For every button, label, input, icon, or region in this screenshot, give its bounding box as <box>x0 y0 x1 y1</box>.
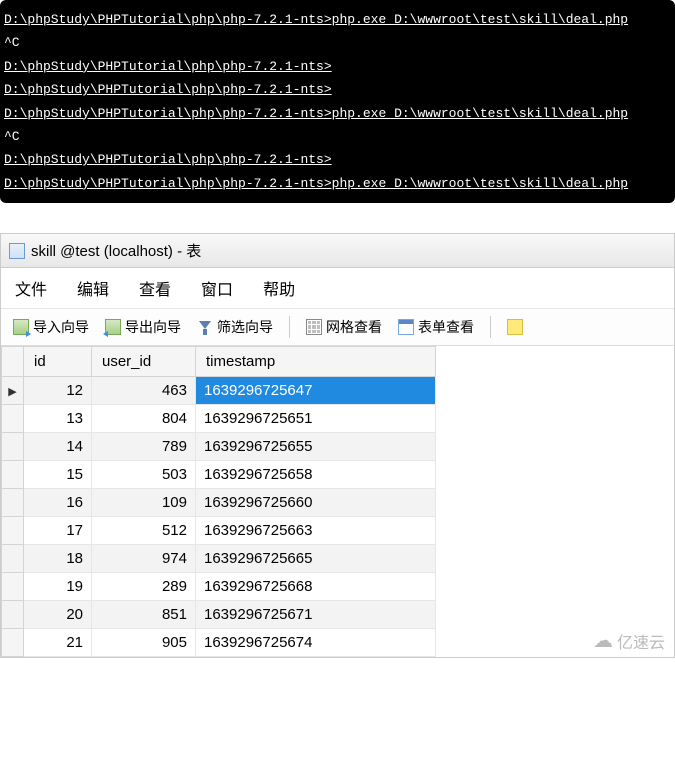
cell-user_id[interactable]: 463 <box>92 377 196 405</box>
table-row[interactable]: 208511639296725671 <box>2 601 436 629</box>
note-icon <box>507 319 523 335</box>
cell-id[interactable]: 13 <box>24 405 92 433</box>
table-icon <box>9 243 25 259</box>
row-indicator <box>2 489 24 517</box>
cell-id[interactable]: 21 <box>24 629 92 657</box>
form-view-button[interactable]: 表单查看 <box>394 315 478 339</box>
row-indicator <box>2 601 24 629</box>
cell-user_id[interactable]: 289 <box>92 573 196 601</box>
col-header-id[interactable]: id <box>24 347 92 377</box>
menu-edit[interactable]: 编辑 <box>77 276 109 300</box>
col-header-timestamp[interactable]: timestamp <box>196 347 436 377</box>
table-row[interactable]: 161091639296725660 <box>2 489 436 517</box>
separator <box>289 316 290 338</box>
grid-view-button[interactable]: 网格查看 <box>302 315 386 339</box>
table-row[interactable]: 155031639296725658 <box>2 461 436 489</box>
row-indicator <box>2 629 24 657</box>
row-indicator <box>2 461 24 489</box>
toolbar: 导入向导 导出向导 筛选向导 网格查看 表单查看 <box>1 309 674 346</box>
terminal-line: D:\phpStudy\PHPTutorial\php\php-7.2.1-nt… <box>4 172 671 195</box>
menu-help[interactable]: 帮助 <box>263 276 295 300</box>
db-window: skill @test (localhost) - 表 文件 编辑 查看 窗口 … <box>0 233 675 658</box>
window-title: skill @test (localhost) - 表 <box>31 240 201 261</box>
row-indicator <box>2 517 24 545</box>
data-grid[interactable]: id user_id timestamp ▶124631639296725647… <box>1 346 674 657</box>
row-header-blank <box>2 347 24 377</box>
cell-id[interactable]: 14 <box>24 433 92 461</box>
cell-timestamp[interactable]: 1639296725660 <box>196 489 436 517</box>
grid-label: 网格查看 <box>326 317 382 337</box>
cell-timestamp[interactable]: 1639296725658 <box>196 461 436 489</box>
cell-timestamp[interactable]: 1639296725671 <box>196 601 436 629</box>
cell-timestamp[interactable]: 1639296725668 <box>196 573 436 601</box>
terminal-line: D:\phpStudy\PHPTutorial\php\php-7.2.1-nt… <box>4 55 671 78</box>
table-row[interactable]: 219051639296725674 <box>2 629 436 657</box>
table-row[interactable]: 192891639296725668 <box>2 573 436 601</box>
menu-file[interactable]: 文件 <box>15 276 47 300</box>
row-indicator <box>2 545 24 573</box>
cell-id[interactable]: 15 <box>24 461 92 489</box>
separator <box>490 316 491 338</box>
filter-wizard-button[interactable]: 筛选向导 <box>193 315 277 339</box>
table-row[interactable]: 189741639296725665 <box>2 545 436 573</box>
cell-timestamp[interactable]: 1639296725655 <box>196 433 436 461</box>
watermark: ☁ 亿速云 <box>593 628 665 653</box>
cell-timestamp[interactable]: 1639296725651 <box>196 405 436 433</box>
filter-label: 筛选向导 <box>217 317 273 337</box>
cell-id[interactable]: 20 <box>24 601 92 629</box>
cell-user_id[interactable]: 851 <box>92 601 196 629</box>
note-button[interactable] <box>503 317 527 337</box>
cell-id[interactable]: 19 <box>24 573 92 601</box>
menubar: 文件 编辑 查看 窗口 帮助 <box>1 268 674 309</box>
import-wizard-button[interactable]: 导入向导 <box>9 315 93 339</box>
form-label: 表单查看 <box>418 317 474 337</box>
export-label: 导出向导 <box>125 317 181 337</box>
row-indicator <box>2 573 24 601</box>
terminal: D:\phpStudy\PHPTutorial\php\php-7.2.1-nt… <box>0 0 675 203</box>
cell-user_id[interactable]: 512 <box>92 517 196 545</box>
cell-timestamp[interactable]: 1639296725647 <box>196 377 436 405</box>
cell-user_id[interactable]: 905 <box>92 629 196 657</box>
row-indicator <box>2 433 24 461</box>
titlebar: skill @test (localhost) - 表 <box>1 234 674 268</box>
terminal-line: D:\phpStudy\PHPTutorial\php\php-7.2.1-nt… <box>4 78 671 101</box>
row-indicator: ▶ <box>2 377 24 405</box>
row-indicator <box>2 405 24 433</box>
cell-timestamp[interactable]: 1639296725663 <box>196 517 436 545</box>
terminal-line: ^C <box>4 31 671 54</box>
cell-user_id[interactable]: 974 <box>92 545 196 573</box>
cell-user_id[interactable]: 503 <box>92 461 196 489</box>
cell-id[interactable]: 16 <box>24 489 92 517</box>
terminal-line: D:\phpStudy\PHPTutorial\php\php-7.2.1-nt… <box>4 102 671 125</box>
table-row[interactable]: 175121639296725663 <box>2 517 436 545</box>
table-row[interactable]: 138041639296725651 <box>2 405 436 433</box>
table-row[interactable]: 147891639296725655 <box>2 433 436 461</box>
filter-icon <box>197 319 213 335</box>
cell-id[interactable]: 18 <box>24 545 92 573</box>
cell-id[interactable]: 17 <box>24 517 92 545</box>
cell-user_id[interactable]: 109 <box>92 489 196 517</box>
import-icon <box>13 319 29 335</box>
form-icon <box>398 319 414 335</box>
cloud-icon: ☁ <box>593 628 613 653</box>
cell-user_id[interactable]: 789 <box>92 433 196 461</box>
col-header-userid[interactable]: user_id <box>92 347 196 377</box>
cell-timestamp[interactable]: 1639296725674 <box>196 629 436 657</box>
terminal-line: ^C <box>4 125 671 148</box>
terminal-line: D:\phpStudy\PHPTutorial\php\php-7.2.1-nt… <box>4 148 671 171</box>
import-label: 导入向导 <box>33 317 89 337</box>
cell-id[interactable]: 12 <box>24 377 92 405</box>
grid-icon <box>306 319 322 335</box>
menu-window[interactable]: 窗口 <box>201 276 233 300</box>
export-icon <box>105 319 121 335</box>
terminal-line: D:\phpStudy\PHPTutorial\php\php-7.2.1-nt… <box>4 8 671 31</box>
cell-timestamp[interactable]: 1639296725665 <box>196 545 436 573</box>
watermark-text: 亿速云 <box>617 629 665 653</box>
export-wizard-button[interactable]: 导出向导 <box>101 315 185 339</box>
cell-user_id[interactable]: 804 <box>92 405 196 433</box>
table-row[interactable]: ▶124631639296725647 <box>2 377 436 405</box>
menu-view[interactable]: 查看 <box>139 276 171 300</box>
